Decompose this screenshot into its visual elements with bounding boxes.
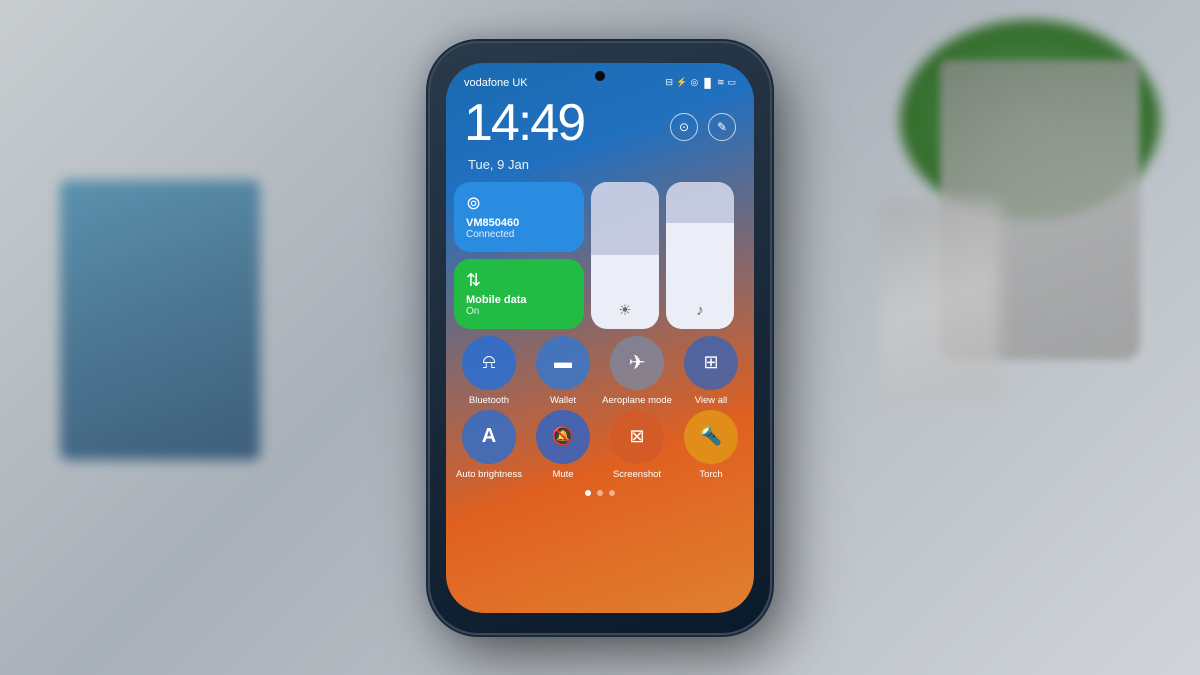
brightness-slider[interactable]: ☀ [591,182,659,329]
background-pot2 [880,200,1000,400]
pagination-dots [446,490,754,496]
volume-icon: ♪ [696,302,704,319]
phone-device: vodafone UK ⊟ ⚡ ◎ ▐▌ ≋ ▭ 14:49 Tue, 9 Ja… [430,43,770,633]
viewall-icon: ⊞ [703,352,718,373]
aeroplane-item: ✈ Aeroplane mode [602,336,672,406]
screenshot-label: Screenshot [613,469,661,480]
bluetooth-button[interactable]: ⍾ [462,336,516,390]
wifi-name: VM850460 [466,217,572,229]
wifi-status: Connected [466,229,572,240]
wallet-icon: ▬ [554,352,572,373]
clock-area: 14:49 Tue, 9 Jan ⊙ ✎ [446,93,754,182]
clock-time: 14:49 [464,97,584,149]
wifi-tile[interactable]: ⊚ VM850460 Connected [454,182,584,252]
mute-icon: 🔕 [552,426,574,447]
sim-icon: ⊟ [666,77,674,88]
clock-right-icons: ⊙ ✎ [670,113,736,141]
wallet-label: Wallet [550,395,576,406]
torch-button[interactable]: 🔦 [684,410,738,464]
mute-item: 🔕 Mute [528,410,598,480]
camera-hole [595,71,605,81]
mute-button[interactable]: 🔕 [536,410,590,464]
aeroplane-label: Aeroplane mode [602,395,672,406]
autobrightness-button[interactable]: A [462,410,516,464]
quick-settings-tiles: ⊚ VM850460 Connected ☀ ♪ [446,182,754,329]
torch-label: Torch [699,469,722,480]
viewall-button[interactable]: ⊞ [684,336,738,390]
aeroplane-icon: ✈ [629,350,646,375]
wallet-button[interactable]: ▬ [536,336,590,390]
mobile-status: On [466,306,572,317]
screenshot-item: ⊠ Screenshot [602,410,672,480]
circles-row1: ⍾ Bluetooth ▬ Wallet ✈ Ae [446,336,754,406]
wifi-icon: ⊚ [466,193,572,214]
dot-1 [585,490,591,496]
bluetooth-icon: ⚡ [676,77,687,88]
bluetooth-icon: ⍾ [482,351,495,374]
aeroplane-button[interactable]: ✈ [610,336,664,390]
volume-slider[interactable]: ♪ [666,182,734,329]
circles-row2: A Auto brightness 🔕 Mute ⊠ [446,410,754,480]
clock-date: Tue, 9 Jan [468,157,584,172]
mute-label: Mute [552,469,573,480]
viewall-label: View all [695,395,728,406]
dot-3 [609,490,615,496]
autobrightness-item: A Auto brightness [454,410,524,480]
background-blue-box [60,180,260,460]
status-icons: ⊟ ⚡ ◎ ▐▌ ≋ ▭ [666,77,736,88]
dot-2 [597,490,603,496]
mobile-data-tile[interactable]: ⇅ Mobile data On [454,259,584,329]
bluetooth-label: Bluetooth [469,395,509,406]
mobile-icon: ⇅ [466,270,572,291]
signal-icon: ▐▌ [701,78,714,88]
autobrightness-label: Auto brightness [456,469,522,480]
carrier-label: vodafone UK [464,77,528,89]
settings-icon[interactable]: ⊙ [670,113,698,141]
nfc-icon: ◎ [690,77,698,88]
viewall-item: ⊞ View all [676,336,746,406]
mobile-name: Mobile data [466,294,572,306]
screenshot-button[interactable]: ⊠ [610,410,664,464]
brightness-icon: ☀ [618,301,631,319]
battery-icon: ▭ [727,77,736,88]
screenshot-icon: ⊠ [629,426,644,447]
torch-item: 🔦 Torch [676,410,746,480]
autobrightness-icon: A [482,425,496,448]
phone-screen: vodafone UK ⊟ ⚡ ◎ ▐▌ ≋ ▭ 14:49 Tue, 9 Ja… [446,63,754,613]
scene: vodafone UK ⊟ ⚡ ◎ ▐▌ ≋ ▭ 14:49 Tue, 9 Ja… [0,0,1200,675]
edit-icon[interactable]: ✎ [708,113,736,141]
wallet-item: ▬ Wallet [528,336,598,406]
wifi-icon: ≋ [717,77,725,88]
bluetooth-item: ⍾ Bluetooth [454,336,524,406]
torch-icon: 🔦 [700,426,722,447]
